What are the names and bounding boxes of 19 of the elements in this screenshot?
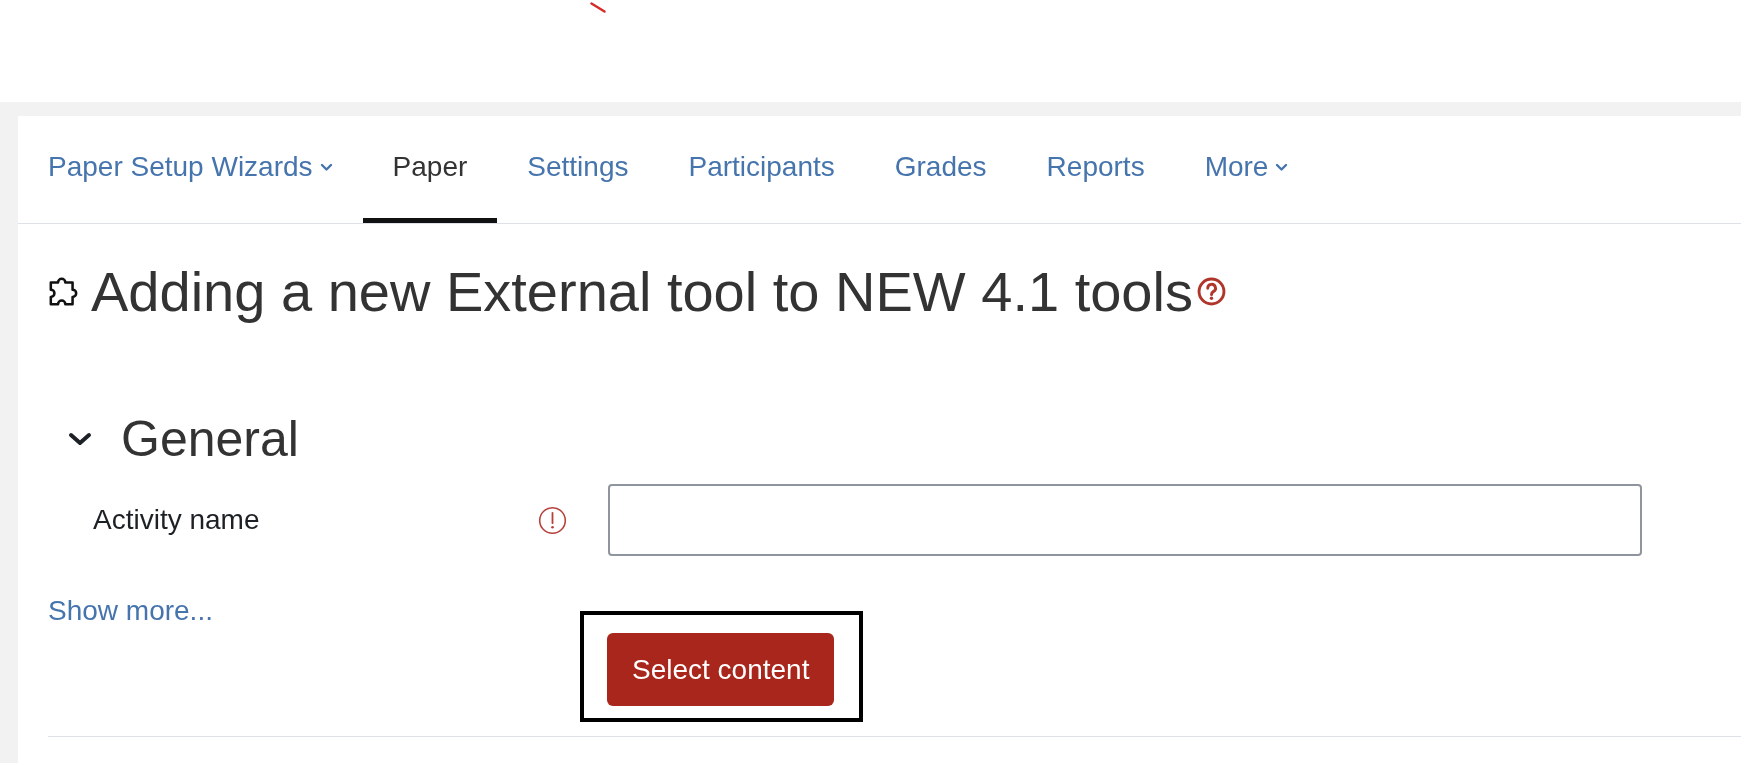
nav-tab[interactable]: Reports [1016, 116, 1175, 223]
chevron-down-icon[interactable] [67, 431, 93, 447]
field-label: Activity name [93, 504, 260, 535]
page-title: Adding a new External tool to NEW 4.1 tools [91, 259, 1193, 325]
puzzle-piece-icon [49, 277, 78, 306]
section-title: General [121, 410, 299, 469]
nav-tab[interactable]: Participants [658, 116, 865, 223]
chevron-down-icon [1275, 162, 1289, 172]
nav-tab[interactable]: Grades [864, 116, 1017, 223]
show-more-link[interactable]: Show more... [48, 595, 213, 626]
nav-tab[interactable]: Paper Setup Wizards [18, 116, 363, 223]
nav-tab[interactable]: Paper [362, 116, 498, 223]
slash-icon [590, 2, 606, 13]
input-field[interactable] [608, 484, 1642, 556]
nav-tab[interactable]: Settings [497, 116, 659, 223]
chevron-down-icon [319, 162, 333, 172]
help-icon[interactable] [1196, 277, 1226, 306]
select-content-button[interactable]: Select content [607, 633, 835, 706]
nav-tab[interactable]: More [1174, 116, 1319, 223]
